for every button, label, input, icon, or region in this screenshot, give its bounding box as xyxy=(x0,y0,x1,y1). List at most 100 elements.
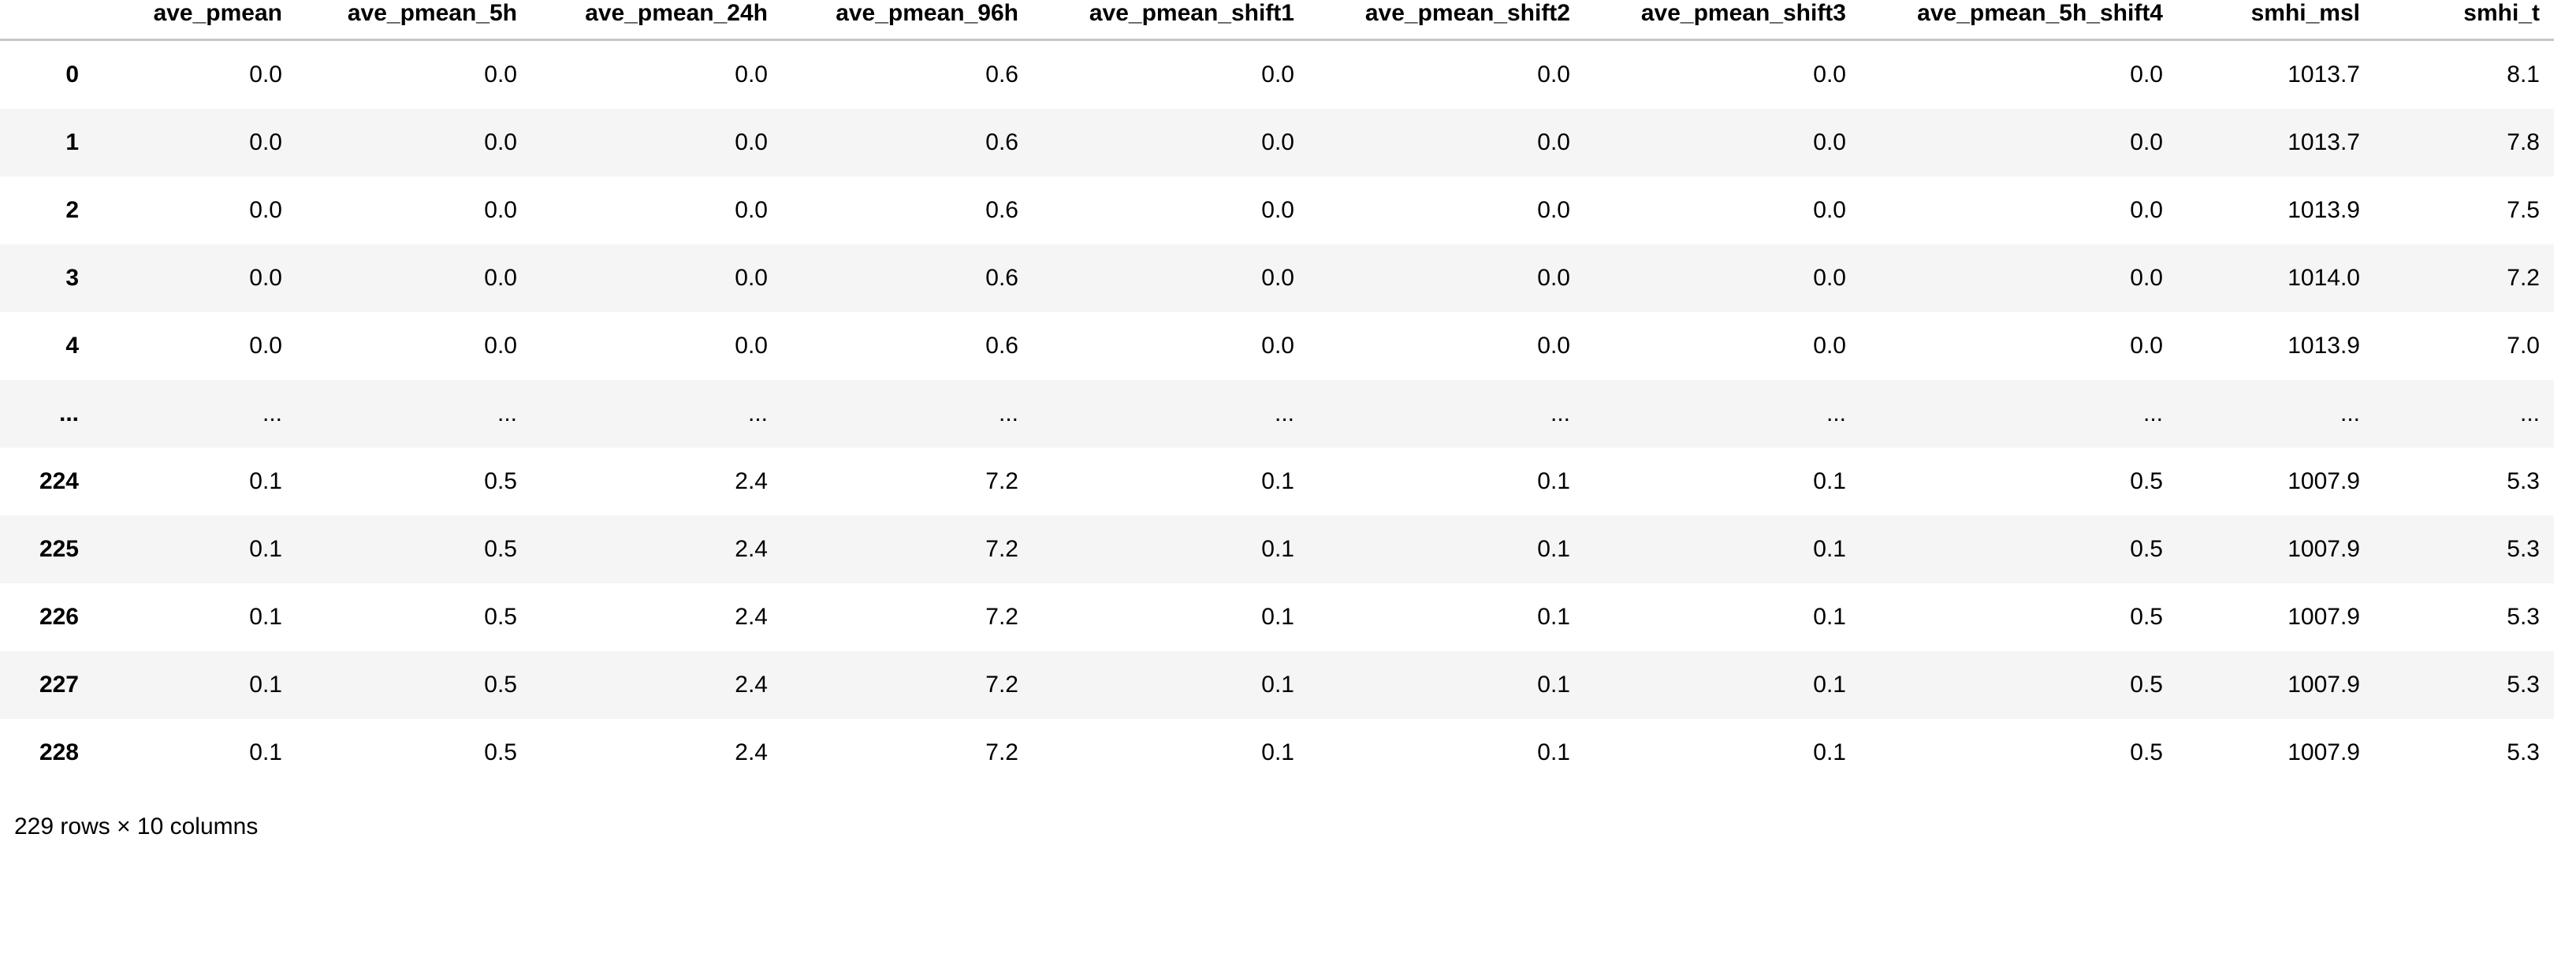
table-cell: 0.0 xyxy=(2130,197,2163,223)
table-cell: 0.0 xyxy=(484,61,517,87)
table-body: 0 0.0 0.0 0.0 0.6 0.0 0.0 0.0 0.0 1013.7 8.1 1 0.0 0.… xyxy=(0,39,2554,787)
dataframe-shape-label: 229 rows × 10 columns xyxy=(14,813,259,839)
table-cell: 0.1 xyxy=(1813,536,1846,562)
table-cell: 2.4 xyxy=(735,468,768,494)
table-cell: 0.0 xyxy=(249,129,282,155)
table-cell: 0.5 xyxy=(484,672,517,698)
table-row: 2 0.0 0.0 0.0 0.6 0.0 0.0 0.0 0.0 1013.9 7.5 xyxy=(0,177,2554,244)
table-cell: 0.1 xyxy=(1261,672,1294,698)
table-row: ................................. xyxy=(0,380,2554,448)
table-cell: 1013.7 xyxy=(2288,129,2360,155)
dataframe-table: ave_pmean ave_pmean_5h ave_pmean_24h ave… xyxy=(0,0,2554,787)
table-row: 0 0.0 0.0 0.0 0.6 0.0 0.0 0.0 0.0 1013.7 8.1 xyxy=(0,39,2554,109)
row-index-label: 0 xyxy=(65,61,79,87)
table-cell: ... xyxy=(1826,400,1846,426)
row-index-label: 1 xyxy=(65,129,79,155)
table-cell: 7.2 xyxy=(985,604,1018,630)
table-cell: 0.0 xyxy=(1813,61,1846,87)
column-header-ave_pmean_96h: ave_pmean_96h xyxy=(836,0,1018,26)
table-cell: ... xyxy=(497,400,517,426)
table-cell: 0.6 xyxy=(985,129,1018,155)
table-cell: 0.5 xyxy=(2130,468,2163,494)
table-cell: 1014.0 xyxy=(2288,265,2360,291)
table-cell: ... xyxy=(998,400,1018,426)
table-cell: 7.2 xyxy=(985,739,1018,765)
row-index-label: 224 xyxy=(39,468,79,494)
table-cell: ... xyxy=(2142,400,2163,426)
table-cell: 2.4 xyxy=(735,604,768,630)
row-index-label: 3 xyxy=(65,265,79,291)
table-cell: 0.1 xyxy=(249,672,282,698)
table-row: 225 0.1 0.5 2.4 7.2 0.1 0.1 0.1 0.5 1007.9 5.3 xyxy=(0,516,2554,583)
table-cell: 0.0 xyxy=(1813,197,1846,223)
table-cell: 7.2 xyxy=(2507,265,2540,291)
table-cell: 0.1 xyxy=(1813,604,1846,630)
column-header-smhi_msl: smhi_msl xyxy=(2250,0,2360,26)
table-header: ave_pmean ave_pmean_5h ave_pmean_24h ave… xyxy=(0,0,2554,40)
table-cell: 0.1 xyxy=(1537,536,1570,562)
column-header-ave_pmean_5h_shift4: ave_pmean_5h_shift4 xyxy=(1917,0,2163,26)
table-cell: 0.1 xyxy=(1813,468,1846,494)
table-cell: 7.8 xyxy=(2507,129,2540,155)
table-row: 227 0.1 0.5 2.4 7.2 0.1 0.1 0.1 0.5 1007.9 5.3 xyxy=(0,651,2554,719)
table-row: 4 0.0 0.0 0.0 0.6 0.0 0.0 0.0 0.0 1013.9 7.0 xyxy=(0,312,2554,380)
table-cell: 1013.7 xyxy=(2288,61,2360,87)
table-cell: 0.1 xyxy=(1813,672,1846,698)
table-cell: 5.3 xyxy=(2507,468,2540,494)
table-row: 3 0.0 0.0 0.0 0.6 0.0 0.0 0.0 0.0 1014.0 7.2 xyxy=(0,244,2554,312)
table-cell: 0.1 xyxy=(1261,536,1294,562)
table-cell: 0.6 xyxy=(985,265,1018,291)
table-cell: 0.0 xyxy=(484,129,517,155)
table-cell: 0.5 xyxy=(2130,536,2163,562)
table-cell: 0.1 xyxy=(1261,739,1294,765)
table-cell: 0.0 xyxy=(2130,265,2163,291)
table-cell: 0.1 xyxy=(249,604,282,630)
table-cell: 0.0 xyxy=(2130,129,2163,155)
table-cell: 5.3 xyxy=(2507,536,2540,562)
row-index-label: 4 xyxy=(65,333,79,359)
row-index-label: ... xyxy=(58,400,79,426)
table-cell: 0.0 xyxy=(484,333,517,359)
table-cell: 0.1 xyxy=(1537,604,1570,630)
table-cell: 0.1 xyxy=(1261,468,1294,494)
table-cell: 0.1 xyxy=(249,468,282,494)
column-header-ave_pmean_shift1: ave_pmean_shift1 xyxy=(1089,0,1294,26)
table-cell: 0.0 xyxy=(1537,61,1570,87)
row-index-label: 228 xyxy=(39,739,79,765)
column-header-ave_pmean: ave_pmean xyxy=(153,0,282,26)
table-cell: ... xyxy=(1550,400,1570,426)
table-cell: 0.0 xyxy=(2130,333,2163,359)
table-cell: 0.5 xyxy=(484,604,517,630)
table-cell: 5.3 xyxy=(2507,672,2540,698)
table-cell: 5.3 xyxy=(2507,604,2540,630)
table-cell: 1007.9 xyxy=(2288,604,2360,630)
table-cell: ... xyxy=(2340,400,2360,426)
table-cell: 7.0 xyxy=(2507,333,2540,359)
table-cell: 1007.9 xyxy=(2288,536,2360,562)
table-row: 1 0.0 0.0 0.0 0.6 0.0 0.0 0.0 0.0 1013.7 7.8 xyxy=(0,109,2554,177)
table-cell: 0.5 xyxy=(2130,739,2163,765)
table-cell: 1007.9 xyxy=(2288,739,2360,765)
table-cell: 0.1 xyxy=(1813,739,1846,765)
table-row: 228 0.1 0.5 2.4 7.2 0.1 0.1 0.1 0.5 1007.9 5.3 xyxy=(0,719,2554,787)
table-cell: 0.0 xyxy=(1813,129,1846,155)
table-cell: 0.0 xyxy=(735,129,768,155)
table-cell: 0.5 xyxy=(484,468,517,494)
table-cell: 0.1 xyxy=(1537,468,1570,494)
table-cell: 1013.9 xyxy=(2288,197,2360,223)
row-index-label: 2 xyxy=(65,197,79,223)
table-cell: 0.0 xyxy=(1537,265,1570,291)
column-header-ave_pmean_shift3: ave_pmean_shift3 xyxy=(1640,0,1846,26)
table-cell: 0.1 xyxy=(249,536,282,562)
column-header-ave_pmean_5h: ave_pmean_5h xyxy=(347,0,517,26)
table-row: 226 0.1 0.5 2.4 7.2 0.1 0.1 0.1 0.5 1007.9 5.3 xyxy=(0,583,2554,651)
table-cell: 0.6 xyxy=(985,61,1018,87)
table-cell: ... xyxy=(2519,400,2540,426)
table-cell: 0.1 xyxy=(249,739,282,765)
table-cell: 0.1 xyxy=(1537,672,1570,698)
table-cell: 0.0 xyxy=(735,197,768,223)
row-index-label: 225 xyxy=(39,536,79,562)
table-cell: 2.4 xyxy=(735,739,768,765)
table-cell: 0.0 xyxy=(484,197,517,223)
table-cell: 7.2 xyxy=(985,468,1018,494)
